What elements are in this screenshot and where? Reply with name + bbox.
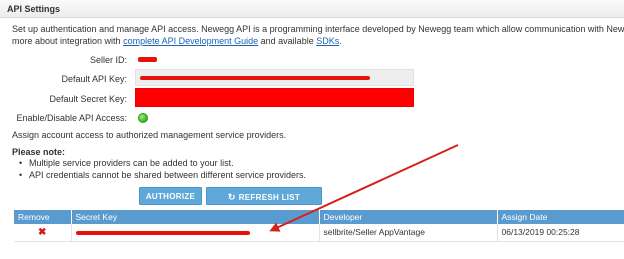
table-row: ✖ sellbrite/Seller AppVantage 06/13/2019… [14,224,624,242]
description-prefix: more about integration with [12,36,124,46]
table-header-row: Remove Secret Key Developer Assign Date [14,210,624,224]
panel-header: API Settings [0,0,624,18]
list-item: API credentials cannot be shared between… [19,169,306,181]
please-note-list: Multiple service providers can be added … [19,157,306,181]
remove-cell: ✖ [14,224,72,242]
description-suffix: . [339,36,342,46]
list-item: Multiple service providers can be added … [19,157,306,169]
secret-key-redaction [75,231,250,235]
secret-key-field-redacted[interactable] [135,88,414,107]
secret-key-cell [71,224,320,242]
column-header-secret-key[interactable]: Secret Key [71,210,320,224]
please-note-title: Please note: [12,147,66,157]
api-description: Set up authentication and manage API acc… [12,23,624,47]
seller-id-redaction [138,57,157,62]
sdks-link[interactable]: SDKs [316,36,339,46]
column-header-developer[interactable]: Developer [319,210,498,224]
refresh-list-button[interactable]: ↻ REFRESH LIST [206,187,322,205]
api-access-label: Enable/Disable API Access: [16,113,127,123]
api-key-label: Default API Key: [61,74,127,84]
column-header-remove[interactable]: Remove [14,210,72,224]
refresh-icon: ↻ [227,192,236,202]
authorize-button[interactable]: AUTHORIZE [139,187,202,205]
description-line-1: Set up authentication and manage API acc… [12,24,624,34]
refresh-list-label: REFRESH LIST [238,193,301,202]
table-bottom-border [14,241,624,242]
secret-key-label: Default Secret Key: [49,94,127,104]
description-middle: and available [258,36,317,46]
description-line-2: more about integration with complete API… [12,35,624,47]
column-header-assign-date[interactable]: Assign Date [497,210,624,224]
panel-title: API Settings [7,4,61,14]
api-access-toggle[interactable] [138,113,148,123]
assign-date-cell: 06/13/2019 00:25:28 [497,224,624,242]
api-key-field[interactable] [135,69,414,86]
developer-cell: sellbrite/Seller AppVantage [319,224,498,242]
api-guide-link[interactable]: complete API Development Guide [123,36,258,46]
api-key-redaction [140,76,370,80]
providers-table: Remove Secret Key Developer Assign Date … [14,210,624,242]
assign-note: Assign account access to authorized mana… [12,130,287,140]
remove-x-icon[interactable]: ✖ [38,227,46,238]
seller-id-label: Seller ID: [89,55,127,65]
